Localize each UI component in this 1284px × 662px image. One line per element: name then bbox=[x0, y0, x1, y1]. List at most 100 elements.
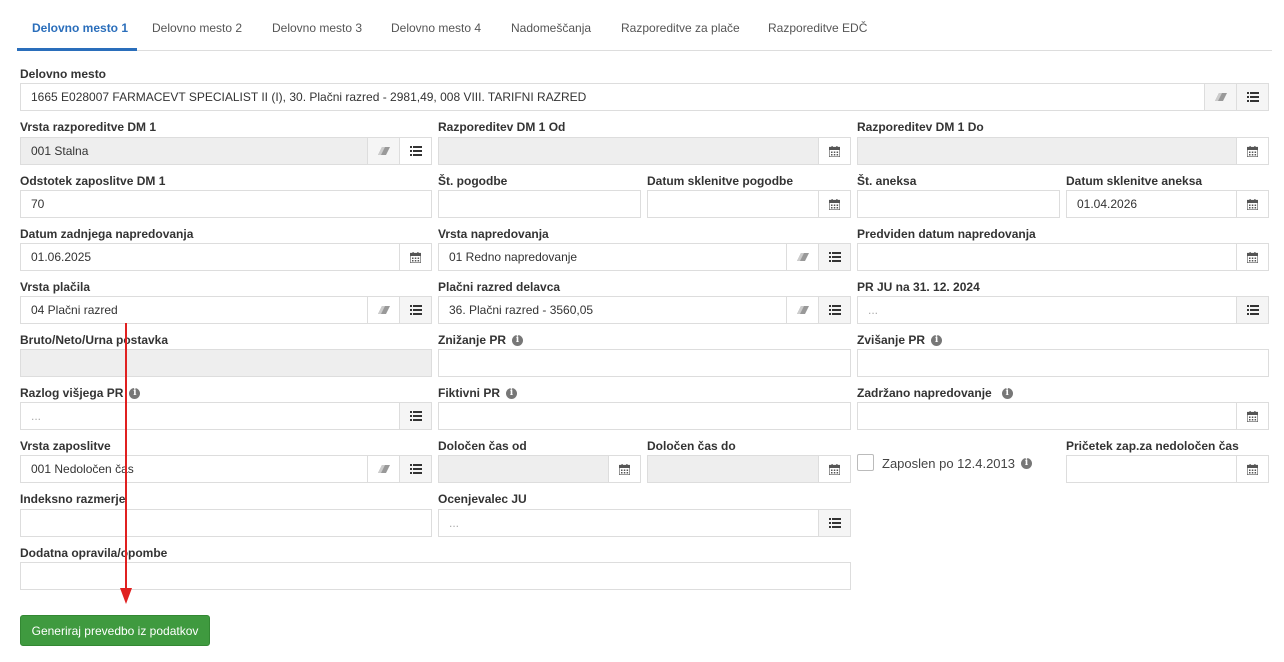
fiktivni-field[interactable] bbox=[438, 402, 851, 430]
tab-delovno-mesto-2[interactable]: Delovno mesto 2 bbox=[152, 21, 242, 35]
calendar-button[interactable] bbox=[1236, 191, 1268, 217]
calendar-button[interactable] bbox=[818, 191, 850, 217]
razporeditev-od-field[interactable] bbox=[438, 137, 851, 165]
tab-razporeditve-edc[interactable]: Razporeditve EDČ bbox=[768, 21, 867, 35]
label-fiktivni: Fiktivni PR i bbox=[438, 386, 518, 400]
list-button[interactable] bbox=[399, 297, 431, 323]
label-delovno-mesto: Delovno mesto bbox=[20, 67, 107, 81]
tab-razporeditve-za-place[interactable]: Razporeditve za plače bbox=[621, 21, 740, 35]
list-button[interactable] bbox=[399, 138, 431, 164]
label-st-pogodbe: Št. pogodbe bbox=[438, 174, 508, 188]
list-icon bbox=[1246, 305, 1259, 315]
list-button[interactable] bbox=[399, 456, 431, 482]
calendar-button[interactable] bbox=[399, 244, 431, 270]
list-button[interactable] bbox=[818, 244, 850, 270]
st-aneksa-value bbox=[858, 191, 1059, 217]
vrsta-razporeditve-value: 001 Stalna bbox=[31, 144, 89, 158]
predviden-datum-field[interactable] bbox=[857, 243, 1269, 271]
label-razporeditev-od: Razporeditev DM 1 Od bbox=[438, 120, 566, 134]
placni-razred-field[interactable]: 36. Plačni razred - 3560,05 bbox=[438, 296, 851, 324]
znizanje-field[interactable] bbox=[438, 349, 851, 377]
delovno-mesto-value: 1665 E028007 FARMACEVT SPECIALIST II (I)… bbox=[31, 90, 587, 104]
label-placni-razred: Plačni razred delavca bbox=[438, 280, 561, 294]
calendar-button[interactable] bbox=[608, 456, 640, 482]
dolocen-od-field[interactable] bbox=[438, 455, 641, 483]
generate-button[interactable]: Generiraj prevedbo iz podatkov bbox=[20, 615, 210, 646]
vrsta-razporeditve-field[interactable]: 001 Stalna bbox=[20, 137, 432, 165]
tab-delovno-mesto-1[interactable]: Delovno mesto 1 bbox=[32, 21, 128, 35]
list-icon bbox=[828, 518, 841, 528]
datum-pogodbe-field[interactable] bbox=[647, 190, 851, 218]
vrsta-placila-field[interactable]: 04 Plačni razred bbox=[20, 296, 432, 324]
list-icon bbox=[828, 305, 841, 315]
info-icon[interactable]: i bbox=[506, 387, 518, 399]
list-button[interactable] bbox=[1236, 84, 1268, 110]
delovno-mesto-field[interactable]: 1665 E028007 FARMACEVT SPECIALIST II (I)… bbox=[20, 83, 1269, 111]
clear-button[interactable] bbox=[367, 138, 399, 164]
zaposlen-po-checkbox[interactable] bbox=[857, 454, 874, 471]
info-icon[interactable]: i bbox=[1001, 387, 1013, 399]
ocenjevalec-placeholder: ... bbox=[449, 516, 460, 530]
pr-ju-field[interactable]: ... bbox=[857, 296, 1269, 324]
list-button[interactable] bbox=[818, 297, 850, 323]
pricetek-field[interactable] bbox=[1066, 455, 1269, 483]
fiktivni-value bbox=[439, 403, 850, 429]
tab-delovno-mesto-3[interactable]: Delovno mesto 3 bbox=[272, 21, 362, 35]
label-dodatna: Dodatna opravila/opombe bbox=[20, 546, 168, 560]
zaposlen-po-label-text: Zaposlen po 12.4.2013 bbox=[882, 455, 1015, 471]
list-icon bbox=[409, 411, 422, 421]
indeksno-field[interactable] bbox=[20, 509, 432, 537]
clear-button[interactable] bbox=[786, 297, 818, 323]
eraser-icon bbox=[377, 465, 390, 473]
calendar-button[interactable] bbox=[1236, 456, 1268, 482]
label-zvisanje-text: Zvišanje PR bbox=[857, 333, 926, 347]
calendar-icon bbox=[1247, 198, 1258, 210]
zadrzano-field[interactable] bbox=[857, 402, 1269, 430]
clear-button[interactable] bbox=[786, 244, 818, 270]
datum-zadnjega-field[interactable]: 01.06.2025 bbox=[20, 243, 432, 271]
calendar-button[interactable] bbox=[1236, 244, 1268, 270]
st-pogodbe-field[interactable] bbox=[438, 190, 641, 218]
st-aneksa-field[interactable] bbox=[857, 190, 1060, 218]
dolocen-do-field[interactable] bbox=[647, 455, 851, 483]
label-zadrzano: Zadržano napredovanje i bbox=[857, 386, 1013, 400]
znizanje-value bbox=[439, 350, 850, 376]
dolocen-do-value bbox=[648, 456, 818, 482]
calendar-button[interactable] bbox=[818, 138, 850, 164]
dolocen-od-value bbox=[439, 456, 608, 482]
calendar-button[interactable] bbox=[1236, 138, 1268, 164]
eraser-icon bbox=[796, 253, 809, 261]
zvisanje-field[interactable] bbox=[857, 349, 1269, 377]
list-button[interactable] bbox=[818, 510, 850, 536]
label-pr-ju: PR JU na 31. 12. 2024 bbox=[857, 280, 980, 294]
tab-delovno-mesto-4[interactable]: Delovno mesto 4 bbox=[391, 21, 481, 35]
odstotek-field[interactable]: 70 bbox=[20, 190, 432, 218]
label-razlog: Razlog višjega PR i bbox=[20, 386, 141, 400]
info-icon[interactable]: i bbox=[931, 334, 943, 346]
list-button[interactable] bbox=[399, 403, 431, 429]
calendar-button[interactable] bbox=[1236, 403, 1268, 429]
calendar-button[interactable] bbox=[818, 456, 850, 482]
dodatna-field[interactable] bbox=[20, 562, 851, 590]
info-icon[interactable]: i bbox=[129, 387, 141, 399]
clear-button[interactable] bbox=[367, 456, 399, 482]
zadrzano-value bbox=[858, 403, 1236, 429]
vrsta-zaposlitve-field[interactable]: 001 Nedoločen čas bbox=[20, 455, 432, 483]
info-icon[interactable]: i bbox=[1021, 457, 1032, 469]
razlog-field[interactable]: ... bbox=[20, 402, 432, 430]
label-datum-zadnjega: Datum zadnjega napredovanja bbox=[20, 227, 194, 241]
eraser-icon bbox=[1214, 93, 1227, 101]
vrsta-napredovanja-field[interactable]: 01 Redno napredovanje bbox=[438, 243, 851, 271]
bruto-field[interactable] bbox=[20, 349, 432, 377]
clear-button[interactable] bbox=[367, 297, 399, 323]
label-ocenjevalec: Ocenjevalec JU bbox=[438, 492, 527, 506]
eraser-icon bbox=[796, 306, 809, 314]
label-zvisanje: Zvišanje PR i bbox=[857, 333, 943, 347]
clear-button[interactable] bbox=[1204, 84, 1236, 110]
tab-nadomescanja[interactable]: Nadomeščanja bbox=[511, 21, 591, 35]
list-button[interactable] bbox=[1236, 297, 1268, 323]
razporeditev-do-field[interactable] bbox=[857, 137, 1269, 165]
datum-aneksa-field[interactable]: 01.04.2026 bbox=[1066, 190, 1269, 218]
ocenjevalec-field[interactable]: ... bbox=[438, 509, 851, 537]
info-icon[interactable]: i bbox=[512, 334, 524, 346]
